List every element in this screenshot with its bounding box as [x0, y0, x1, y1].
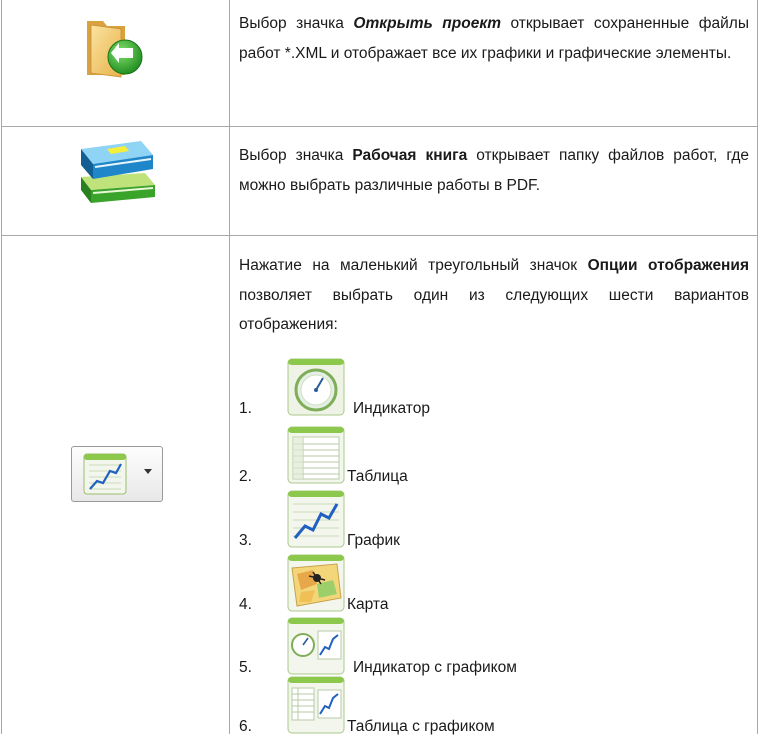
- map-icon: [287, 554, 345, 612]
- open-project-term: Открыть проект: [353, 15, 501, 32]
- workbook-description: Выбор значка Рабочая книга открывает пап…: [239, 147, 749, 194]
- option-number: 3.: [239, 532, 252, 549]
- option-number: 6.: [239, 718, 252, 735]
- workbook-icon: [77, 137, 159, 207]
- table-column-divider: [229, 0, 230, 734]
- option-label: Таблица с графиком: [347, 718, 495, 735]
- option-table: 2. Таблица: [239, 426, 749, 486]
- option-graph: 3. График: [239, 490, 749, 550]
- graph-icon: [83, 453, 127, 495]
- row-divider-2: [1, 235, 758, 236]
- option-label: Индикатор: [353, 400, 430, 417]
- meter-icon: [287, 358, 345, 416]
- option-number: 4.: [239, 596, 252, 613]
- option-label: Таблица: [347, 468, 408, 485]
- option-number: 1.: [239, 400, 252, 417]
- option-meter-with-graph: 5. Индикатор с графиком: [239, 617, 749, 677]
- option-table-with-graph: 6. Таблица с графиком: [239, 676, 749, 736]
- option-number: 5.: [239, 659, 252, 676]
- display-options-description: Нажатие на маленький треугольный значок …: [239, 257, 749, 333]
- option-number: 2.: [239, 468, 252, 485]
- display-options-button[interactable]: [71, 446, 163, 502]
- open-project-description: Выбор значка Открыть проект открывает со…: [239, 15, 749, 62]
- option-meter: 1. Индикатор: [239, 358, 749, 418]
- option-map: 4. Карта: [239, 554, 749, 614]
- table-icon: [287, 426, 345, 484]
- dropdown-triangle-icon[interactable]: [144, 469, 152, 474]
- option-label: Карта: [347, 596, 389, 613]
- graph-icon: [287, 490, 345, 548]
- meter-with-graph-icon: [287, 617, 345, 675]
- workbook-term: Рабочая книга: [352, 147, 468, 164]
- open-project-folder-icon: [81, 15, 147, 81]
- display-options-term: Опции отображения: [587, 257, 749, 274]
- option-label: Индикатор с графиком: [353, 659, 517, 676]
- option-label: График: [347, 532, 400, 549]
- table-with-graph-icon: [287, 676, 345, 734]
- row-divider-1: [1, 126, 758, 127]
- table-border-left: [1, 0, 2, 734]
